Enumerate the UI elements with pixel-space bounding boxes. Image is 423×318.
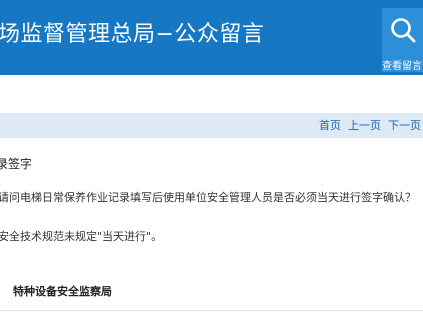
pagination-links: 首页 上一页 下一页 <box>312 119 421 133</box>
search-icon <box>391 18 416 43</box>
site-header: 场监督管理总局−公众留言 查看留言 <box>0 0 423 75</box>
question-text: 请问电梯日常保养作业记录填写后使用单位安全管理人员是否必须当天进行签字确认？ <box>0 191 416 204</box>
next-page-link[interactable]: 下一页 <box>388 119 421 132</box>
search-button[interactable]: 查看留言 <box>382 8 423 72</box>
page-title: 场监督管理总局−公众留言 <box>0 22 265 47</box>
pagination-bar: 首页 上一页 下一页 <box>0 113 423 138</box>
home-link[interactable]: 首页 <box>319 119 341 132</box>
reply-department: 特种设备安全监察局 <box>13 285 112 298</box>
message-title: 录签字 <box>0 157 33 171</box>
divider <box>0 310 423 311</box>
search-label: 查看留言 <box>382 61 422 72</box>
answer-text: 安全技术规范未规定"当天进行"。 <box>0 230 163 243</box>
prev-page-link[interactable]: 上一页 <box>348 119 381 132</box>
